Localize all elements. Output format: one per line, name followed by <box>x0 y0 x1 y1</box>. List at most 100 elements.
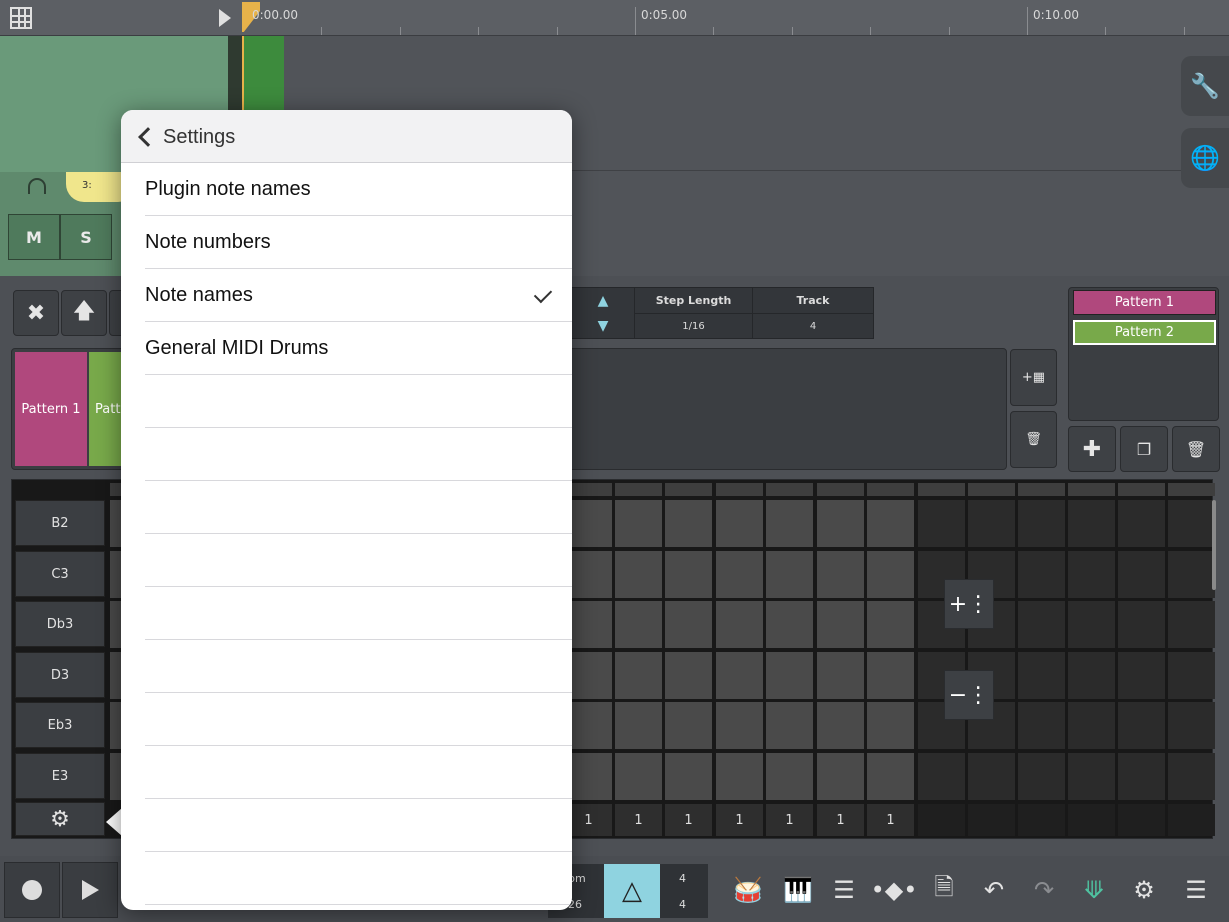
velocity-cell[interactable] <box>1118 804 1165 836</box>
grid-step-cell[interactable] <box>565 551 612 598</box>
redo-icon[interactable]: ↷ <box>1024 870 1064 910</box>
automation-icon[interactable]: •◆• <box>871 870 918 910</box>
velocity-cell[interactable]: 1 <box>665 804 712 836</box>
undo-icon[interactable]: ↶ <box>974 870 1014 910</box>
grid-scrollbar[interactable] <box>1212 500 1216 590</box>
grid-step-cell[interactable] <box>867 753 914 800</box>
gear-icon[interactable]: ⚙ <box>1124 870 1164 910</box>
grid-step-cell[interactable] <box>1018 652 1065 699</box>
velocity-cell[interactable] <box>968 804 1015 836</box>
delete-step-button[interactable]: 🗑 <box>1010 411 1057 468</box>
grid-step-cell[interactable] <box>565 753 612 800</box>
grid-step-cell[interactable] <box>817 702 864 749</box>
grid-step-cell[interactable] <box>1168 652 1215 699</box>
add-file-icon[interactable]: 🗎 <box>924 870 964 910</box>
grid-step-cell[interactable] <box>1118 702 1165 749</box>
grid-step-cell[interactable] <box>1118 500 1165 547</box>
gear-icon[interactable]: ⚙ <box>15 802 105 836</box>
grid-step-cell[interactable] <box>615 652 662 699</box>
grid-step-cell[interactable] <box>766 753 813 800</box>
grid-step-cell[interactable] <box>615 551 662 598</box>
grid-step-cell[interactable] <box>766 652 813 699</box>
grid-step-cell[interactable] <box>766 551 813 598</box>
time-signature[interactable]: 4 4 <box>660 864 708 918</box>
grid-step-cell[interactable] <box>867 652 914 699</box>
grid-step-cell[interactable] <box>867 500 914 547</box>
grid-step-cell[interactable] <box>1168 702 1215 749</box>
grid-step-cell[interactable] <box>665 500 712 547</box>
grid-step-cell[interactable] <box>817 551 864 598</box>
velocity-cell[interactable]: 1 <box>817 804 864 836</box>
note-label[interactable]: C3 <box>15 551 105 597</box>
grid-step-cell[interactable] <box>1018 500 1065 547</box>
grid-step-cell[interactable] <box>918 753 965 800</box>
grid-step-cell[interactable] <box>665 551 712 598</box>
grid-step-cell[interactable] <box>1068 753 1115 800</box>
popover-option[interactable]: Note numbers <box>145 216 572 269</box>
grid-step-cell[interactable] <box>1018 601 1065 648</box>
grid-step-cell[interactable] <box>817 652 864 699</box>
grid-step-cell[interactable] <box>665 753 712 800</box>
grid-step-cell[interactable] <box>1118 551 1165 598</box>
popover-option[interactable]: General MIDI Drums <box>145 322 572 375</box>
grid-step-cell[interactable] <box>1168 753 1215 800</box>
velocity-cell[interactable]: 1 <box>716 804 763 836</box>
note-label[interactable]: Db3 <box>15 601 105 647</box>
velocity-cell[interactable]: 1 <box>565 804 612 836</box>
grid-step-cell[interactable] <box>1018 551 1065 598</box>
grid-step-cell[interactable] <box>565 500 612 547</box>
mute-button[interactable]: M <box>8 214 60 260</box>
grid-step-cell[interactable] <box>867 551 914 598</box>
grid-icon[interactable] <box>10 7 32 29</box>
record-icon[interactable] <box>4 862 60 918</box>
close-circle-icon[interactable]: ✖ <box>13 290 59 336</box>
add-row-button[interactable]: +⋮ <box>944 579 994 629</box>
grid-step-cell[interactable] <box>615 601 662 648</box>
pattern-list-item-2[interactable]: Pattern 2 <box>1073 320 1216 345</box>
grid-step-cell[interactable] <box>817 753 864 800</box>
note-label[interactable]: Eb3 <box>15 702 105 748</box>
remove-row-button[interactable]: −⋮ <box>944 670 994 720</box>
grid-step-cell[interactable] <box>1068 500 1115 547</box>
grid-step-cell[interactable] <box>716 702 763 749</box>
velocity-cell[interactable]: 1 <box>615 804 662 836</box>
grid-step-cell[interactable] <box>817 601 864 648</box>
grid-step-cell[interactable] <box>615 753 662 800</box>
mixer-icon[interactable]: ☰ <box>824 870 864 910</box>
drum-icon[interactable]: 🥁 <box>728 870 768 910</box>
grid-step-cell[interactable] <box>817 500 864 547</box>
step-length-value[interactable]: 1/16 <box>634 313 752 338</box>
globe-music-icon[interactable]: 🌐 <box>1181 128 1229 188</box>
grid-step-cell[interactable] <box>1068 702 1115 749</box>
grid-step-cell[interactable] <box>716 753 763 800</box>
grid-step-cell[interactable] <box>665 652 712 699</box>
grid-step-cell[interactable] <box>1068 601 1115 648</box>
grid-step-cell[interactable] <box>565 702 612 749</box>
grid-step-cell[interactable] <box>766 601 813 648</box>
grid-step-cell[interactable] <box>665 702 712 749</box>
grid-step-cell[interactable] <box>1118 601 1165 648</box>
grid-step-cell[interactable] <box>1018 702 1065 749</box>
note-label[interactable]: E3 <box>15 753 105 799</box>
grid-step-cell[interactable] <box>716 652 763 699</box>
grid-step-cell[interactable] <box>968 753 1015 800</box>
note-label[interactable]: D3 <box>15 652 105 698</box>
popover-option[interactable]: Note names <box>145 269 572 322</box>
grid-step-cell[interactable] <box>1168 551 1215 598</box>
grid-step-cell[interactable] <box>1118 753 1165 800</box>
velocity-cell[interactable] <box>1068 804 1115 836</box>
arrow-up-icon[interactable]: 🡅 <box>61 290 107 336</box>
grid-step-cell[interactable] <box>766 500 813 547</box>
grid-step-cell[interactable] <box>615 702 662 749</box>
solo-button[interactable]: S <box>60 214 112 260</box>
menu-icon[interactable]: ☰ <box>1176 870 1216 910</box>
grid-step-cell[interactable] <box>1168 500 1215 547</box>
wrench-icon[interactable]: 🔧 <box>1181 56 1229 116</box>
grid-step-cell[interactable] <box>665 601 712 648</box>
grid-step-cell[interactable] <box>716 601 763 648</box>
velocity-cell[interactable]: 1 <box>867 804 914 836</box>
timeline-ruler[interactable]: 0:00.00 0:05.00 0:10.00 <box>0 0 1229 36</box>
back-button[interactable]: Settings <box>135 122 235 152</box>
popover-option[interactable]: Plugin note names <box>145 163 572 216</box>
grid-step-cell[interactable] <box>1068 652 1115 699</box>
